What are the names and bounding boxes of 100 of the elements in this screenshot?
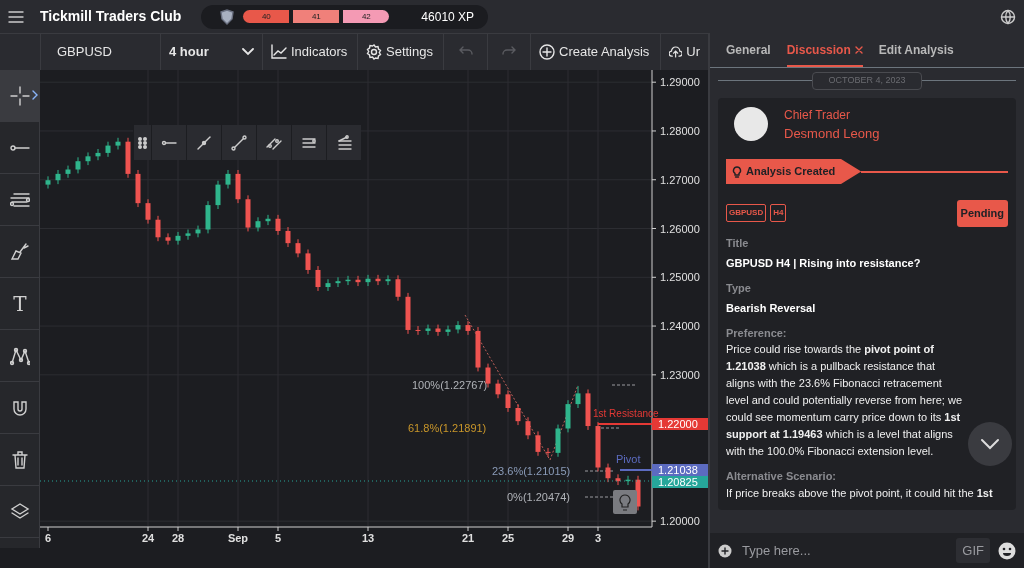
candle — [85, 151, 91, 166]
candle — [585, 388, 591, 431]
tab[interactable]: Edit Analysis — [878, 33, 954, 67]
settings-icon — [366, 44, 382, 60]
date-label: 29 — [561, 532, 575, 544]
layers-icon — [10, 501, 30, 522]
candle — [395, 274, 401, 302]
close-icon[interactable] — [854, 46, 863, 54]
candle — [365, 274, 371, 287]
candle — [465, 320, 471, 336]
emoji-icon[interactable] — [998, 541, 1016, 560]
candle — [315, 265, 321, 292]
trash-icon — [10, 449, 30, 470]
candle — [435, 324, 441, 337]
language-button[interactable] — [1000, 8, 1016, 25]
create-button[interactable]: Create Analysis — [530, 34, 660, 70]
field-value: Bearish Reversal — [726, 301, 817, 316]
candle — [255, 216, 261, 232]
level-segment: 40 — [243, 10, 290, 23]
candle — [505, 389, 511, 413]
tab[interactable]: Discussion — [786, 33, 863, 67]
candle — [475, 326, 481, 372]
candle — [605, 463, 611, 483]
date-label: 28 — [171, 532, 185, 544]
tab[interactable]: General — [726, 33, 771, 67]
app-title: Tickmill Traders Club — [40, 7, 182, 26]
expand-icon[interactable] — [32, 90, 38, 100]
candle — [155, 215, 161, 242]
lightbulb-icon — [732, 165, 742, 178]
candle — [45, 175, 51, 189]
candle — [425, 324, 431, 336]
price-label: 1.24000 — [660, 320, 700, 333]
menu-button[interactable] — [8, 9, 24, 24]
lightbulb-marker — [613, 490, 637, 514]
scroll-down-button[interactable] — [968, 422, 1012, 466]
candle — [555, 424, 561, 458]
candle — [455, 320, 461, 334]
date-label: 6 — [44, 532, 52, 544]
candle — [345, 275, 351, 286]
status-button[interactable]: Pending — [956, 200, 1008, 227]
message-composer[interactable]: Type here... GIF — [710, 533, 1024, 568]
settings-button[interactable]: Settings — [357, 34, 443, 70]
candle — [75, 156, 81, 174]
candle — [595, 421, 601, 472]
candle — [135, 169, 141, 208]
price-label: 1.27000 — [660, 173, 700, 186]
chart-icon — [271, 44, 287, 60]
price-tag: 1.20825 — [652, 476, 708, 488]
upload-icon — [669, 44, 683, 60]
resistance-line — [597, 423, 653, 425]
brush-icon — [10, 241, 30, 262]
date-label: 13 — [361, 532, 375, 544]
date-label: Sep — [227, 532, 249, 544]
chevron-down-icon — [980, 438, 1000, 450]
candle — [615, 473, 621, 486]
candle — [405, 292, 411, 335]
level-label: Pivot — [616, 453, 641, 465]
candle — [195, 225, 201, 238]
field-label: Title — [726, 235, 750, 251]
candle — [565, 399, 571, 433]
candle — [625, 475, 631, 486]
plus-icon[interactable] — [718, 543, 732, 558]
candle — [225, 169, 231, 189]
price-label: 1.20000 — [660, 515, 700, 528]
candle — [305, 249, 311, 275]
candle — [375, 274, 381, 286]
line-tool-icon — [10, 144, 30, 151]
date-label: 24 — [141, 532, 155, 544]
message-input[interactable]: Type here... — [740, 539, 949, 562]
symbol-button[interactable]: GBPUSD — [40, 34, 160, 70]
candle — [575, 385, 581, 409]
candle — [415, 325, 421, 336]
field-text: Price could rise towards the pivot point of 1.21038 which is a pullback resistance that aligns with the 23.6% Fibonacci retracement level and could potentially reverse from here; we could see momentum carry price down to its 1st support at 1.19463 which is a level that aligns with the 100.0% Fibonacci extension level. — [726, 342, 963, 459]
fibonacci-label: 100%(1.22767) — [412, 379, 488, 391]
date-label: 5 — [274, 532, 282, 544]
avatar — [734, 107, 768, 142]
crosshair-tool-button[interactable] — [0, 70, 40, 122]
fibonacci-label: 61.8%(1.21891) — [408, 422, 487, 434]
candle — [275, 214, 281, 236]
chevron-down-icon — [242, 48, 254, 56]
price-label: 1.23000 — [660, 368, 700, 381]
price-label: 1.25000 — [660, 271, 700, 284]
indicators-button[interactable]: Indicators — [262, 34, 357, 70]
candle — [325, 278, 331, 292]
price-tag: 1.22000 — [652, 418, 708, 430]
fib-fan-icon — [336, 134, 352, 151]
author-role: Chief Trader — [784, 106, 852, 124]
gif-button[interactable]: GIF — [956, 537, 990, 564]
price-tag: 1.21038 — [652, 464, 708, 476]
candle — [165, 232, 171, 246]
candle — [55, 169, 61, 185]
interval-dropdown[interactable]: 4 hour — [160, 34, 262, 70]
badge-icon — [219, 8, 236, 25]
text-tool-button[interactable]: T — [0, 278, 40, 330]
candle — [265, 214, 271, 226]
candle — [235, 169, 241, 204]
field-text: If price breaks above the pivot point, it could hit the 1st — [726, 485, 994, 501]
price-label: 1.28000 — [660, 124, 700, 137]
candle — [65, 165, 71, 179]
candle — [115, 137, 121, 150]
